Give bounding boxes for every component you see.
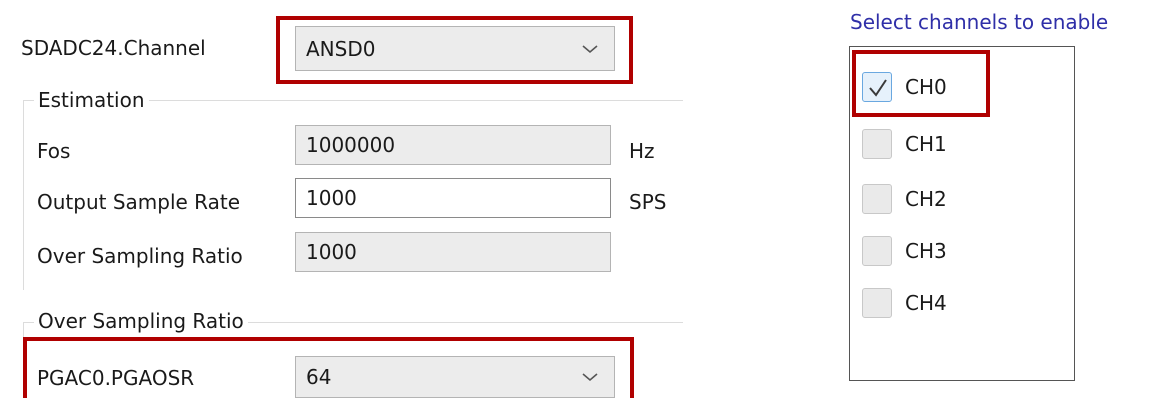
checkbox-ch3[interactable] — [862, 236, 892, 266]
output-rate-unit: SPS — [629, 190, 667, 214]
checkbox-label-ch4: CH4 — [905, 291, 947, 315]
checkbox-ch2[interactable] — [862, 184, 892, 214]
highlight-box-pgaosr — [23, 337, 634, 398]
estimation-group-title: Estimation — [34, 88, 149, 112]
checkbox-label-ch2: CH2 — [905, 187, 947, 211]
fos-unit: Hz — [629, 139, 655, 163]
channels-title: Select channels to enable — [850, 10, 1109, 34]
output-rate-field[interactable]: 1000 — [295, 178, 611, 218]
highlight-box-ch0 — [852, 50, 990, 117]
checkbox-label-ch1: CH1 — [905, 132, 947, 156]
channel-item-ch4[interactable]: CH4 — [862, 288, 947, 318]
checkbox-ch4[interactable] — [862, 288, 892, 318]
osr-label: Over Sampling Ratio — [37, 244, 243, 268]
oversampling-group-title: Over Sampling Ratio — [34, 309, 248, 333]
channel-item-ch1[interactable]: CH1 — [862, 129, 947, 159]
osr-field[interactable]: 1000 — [295, 232, 611, 272]
checkbox-ch1[interactable] — [862, 129, 892, 159]
fos-field[interactable]: 1000000 — [295, 125, 611, 165]
fos-label: Fos — [37, 139, 71, 163]
channel-label: SDADC24.Channel — [21, 36, 206, 60]
output-rate-label: Output Sample Rate — [37, 190, 241, 214]
channel-item-ch3[interactable]: CH3 — [862, 236, 947, 266]
checkbox-label-ch3: CH3 — [905, 239, 947, 263]
channel-item-ch2[interactable]: CH2 — [862, 184, 947, 214]
highlight-box-channel — [276, 16, 633, 84]
